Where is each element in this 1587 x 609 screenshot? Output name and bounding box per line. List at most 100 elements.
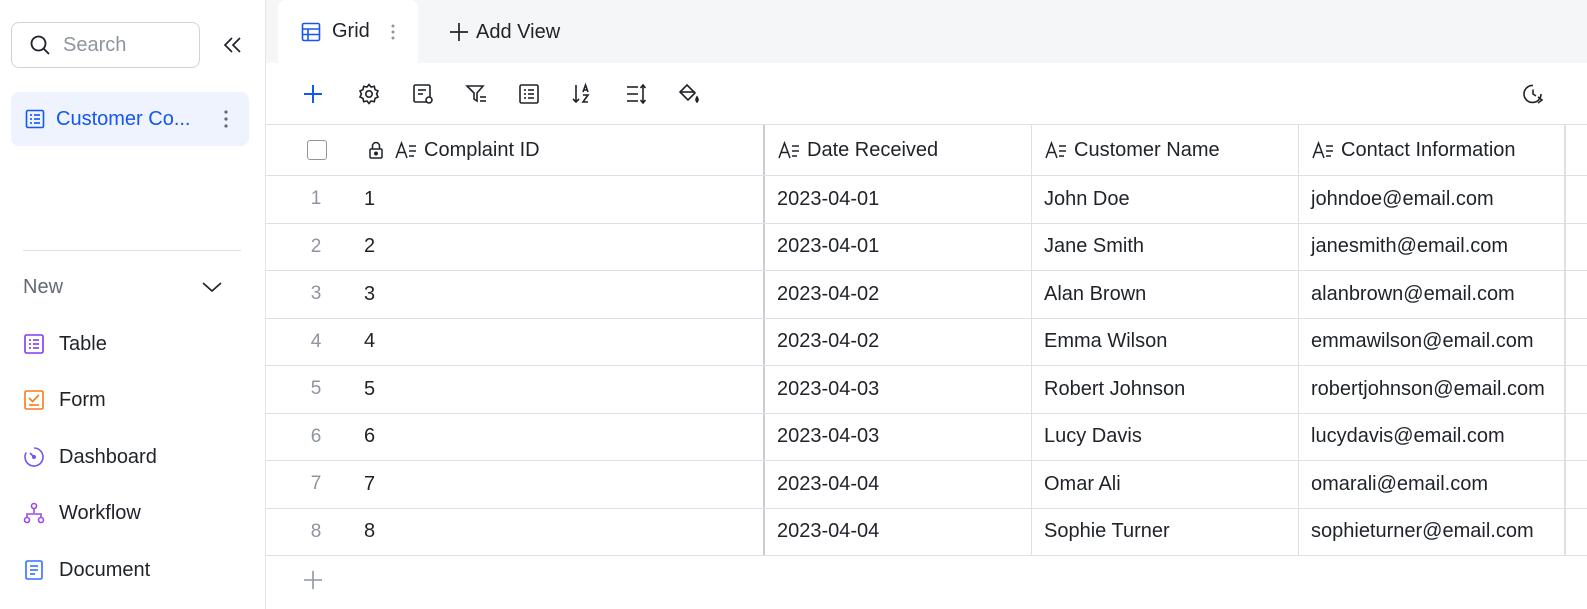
column-header-contact-information[interactable]: Contact Information xyxy=(1299,125,1587,175)
more-vertical-icon xyxy=(224,110,228,128)
cell-customer-name[interactable]: Robert Johnson xyxy=(1032,366,1299,413)
cell-contact-information[interactable]: alanbrown@email.com xyxy=(1299,271,1587,318)
workflow-icon xyxy=(23,502,45,524)
new-section-toggle[interactable]: New xyxy=(23,272,223,302)
row-height-button[interactable] xyxy=(622,80,650,108)
settings-button[interactable] xyxy=(355,80,383,108)
cell-contact-information[interactable]: sophieturner@email.com xyxy=(1299,509,1587,556)
add-row-button[interactable] xyxy=(266,556,1587,604)
cell-customer-name[interactable]: Alan Brown xyxy=(1032,271,1299,318)
row-number: 8 xyxy=(310,520,322,542)
search-input[interactable] xyxy=(63,33,183,57)
search-icon xyxy=(30,35,50,55)
table-row[interactable]: 1 1 2023-04-01 John Doe johndoe@email.co… xyxy=(266,176,1587,224)
row-number: 4 xyxy=(310,330,322,352)
new-document-item[interactable]: Document xyxy=(22,553,150,587)
cell-complaint-id[interactable]: 5 xyxy=(352,366,765,413)
table-row[interactable]: 2 2 2023-04-01 Jane Smith janesmith@emai… xyxy=(266,223,1587,271)
sort-button[interactable] xyxy=(568,80,596,108)
add-view-label: Add View xyxy=(476,20,561,43)
table-icon xyxy=(25,109,45,129)
field-settings-icon xyxy=(413,84,433,104)
sidebar: Customer Co... New Table Form Dashboard … xyxy=(0,0,266,609)
row-height-icon xyxy=(627,83,647,105)
group-button[interactable] xyxy=(515,80,543,108)
filter-button[interactable] xyxy=(462,80,490,108)
select-all-checkbox[interactable] xyxy=(306,140,327,160)
history-button[interactable] xyxy=(1519,80,1547,108)
column-header-customer-name[interactable]: Customer Name xyxy=(1032,125,1299,175)
paint-bucket-icon xyxy=(678,83,699,104)
tab-more-button[interactable] xyxy=(388,20,398,44)
data-grid: Complaint ID Date Received Customer Name… xyxy=(266,124,1587,604)
cell-contact-information[interactable]: emmawilson@email.com xyxy=(1299,319,1587,366)
field-settings-button[interactable] xyxy=(409,80,437,108)
cell-complaint-id[interactable]: 3 xyxy=(352,271,765,318)
more-vertical-icon xyxy=(391,24,395,39)
cell-customer-name[interactable]: John Doe xyxy=(1032,176,1299,223)
cell-complaint-id[interactable]: 1 xyxy=(352,176,765,223)
new-form-item[interactable]: Form xyxy=(22,383,106,417)
lock-icon xyxy=(364,138,388,162)
cell-contact-information[interactable]: robertjohnson@email.com xyxy=(1299,366,1587,413)
column-header-label: Customer Name xyxy=(1074,138,1220,161)
cell-customer-name[interactable]: Jane Smith xyxy=(1032,223,1299,270)
table-row[interactable]: 5 5 2023-04-03 Robert Johnson robertjohn… xyxy=(266,366,1587,414)
nav-label: Dashboard xyxy=(59,445,157,468)
new-workflow-item[interactable]: Workflow xyxy=(22,496,141,530)
cell-complaint-id[interactable]: 8 xyxy=(352,508,765,555)
table-row[interactable]: 3 3 2023-04-02 Alan Brown alanbrown@emai… xyxy=(266,271,1587,319)
text-field-icon xyxy=(777,138,801,162)
collapse-sidebar-button[interactable] xyxy=(220,31,246,59)
column-header-date-received[interactable]: Date Received xyxy=(765,125,1032,175)
add-record-button[interactable] xyxy=(299,80,327,108)
table-row[interactable]: 4 4 2023-04-02 Emma Wilson emmawilson@em… xyxy=(266,318,1587,366)
cell-date-received[interactable]: 2023-04-04 xyxy=(765,508,1032,555)
cell-contact-information[interactable]: janesmith@email.com xyxy=(1299,224,1587,271)
cell-date-received[interactable]: 2023-04-02 xyxy=(765,271,1032,318)
cell-customer-name[interactable]: Lucy Davis xyxy=(1032,413,1299,460)
main-area: Grid Add View Complaint ID Date Received… xyxy=(266,0,1587,609)
text-field-icon xyxy=(394,138,418,162)
search-box[interactable] xyxy=(11,22,200,68)
plus-icon xyxy=(304,571,322,589)
cell-complaint-id[interactable]: 4 xyxy=(352,318,765,365)
column-header-label: Contact Information xyxy=(1341,138,1516,161)
new-table-item[interactable]: Table xyxy=(22,327,107,361)
cell-complaint-id[interactable]: 7 xyxy=(352,461,765,508)
add-view-button[interactable]: Add View xyxy=(448,17,560,47)
column-header-complaint-id[interactable]: Complaint ID xyxy=(352,125,765,175)
form-icon xyxy=(24,390,44,410)
cell-contact-information[interactable]: johndoe@email.com xyxy=(1299,176,1587,223)
table-row[interactable]: 7 7 2023-04-04 Omar Ali omarali@email.co… xyxy=(266,461,1587,509)
cell-date-received[interactable]: 2023-04-01 xyxy=(765,223,1032,270)
cell-date-received[interactable]: 2023-04-03 xyxy=(765,366,1032,413)
new-dashboard-item[interactable]: Dashboard xyxy=(22,440,157,474)
plus-icon xyxy=(304,85,322,103)
tab-label: Grid xyxy=(332,20,370,42)
tab-grid[interactable]: Grid xyxy=(278,0,418,63)
more-options-button[interactable] xyxy=(217,107,235,131)
cell-customer-name[interactable]: Omar Ali xyxy=(1032,461,1299,508)
view-tab-bar: Grid Add View xyxy=(266,0,1587,63)
filter-icon xyxy=(465,85,486,103)
cell-customer-name[interactable]: Sophie Turner xyxy=(1032,508,1299,555)
cell-date-received[interactable]: 2023-04-03 xyxy=(765,413,1032,460)
fill-color-button[interactable] xyxy=(675,80,703,108)
document-icon xyxy=(25,560,43,580)
toolbar xyxy=(266,63,1587,124)
table-row[interactable]: 8 8 2023-04-04 Sophie Turner sophieturne… xyxy=(266,508,1587,556)
row-number: 2 xyxy=(310,235,322,257)
text-field-icon xyxy=(1311,138,1335,162)
cell-date-received[interactable]: 2023-04-01 xyxy=(765,176,1032,223)
cell-date-received[interactable]: 2023-04-02 xyxy=(765,318,1032,365)
cell-customer-name[interactable]: Emma Wilson xyxy=(1032,318,1299,365)
cell-complaint-id[interactable]: 6 xyxy=(352,413,765,460)
cell-contact-information[interactable]: omarali@email.com xyxy=(1299,461,1587,508)
cell-contact-information[interactable]: lucydavis@email.com xyxy=(1299,414,1587,461)
table-row[interactable]: 6 6 2023-04-03 Lucy Davis lucydavis@emai… xyxy=(266,413,1587,461)
nav-label: Table xyxy=(59,332,107,355)
cell-complaint-id[interactable]: 2 xyxy=(352,223,765,270)
sidebar-item-customer-complaints[interactable]: Customer Co... xyxy=(11,92,249,146)
cell-date-received[interactable]: 2023-04-04 xyxy=(765,461,1032,508)
